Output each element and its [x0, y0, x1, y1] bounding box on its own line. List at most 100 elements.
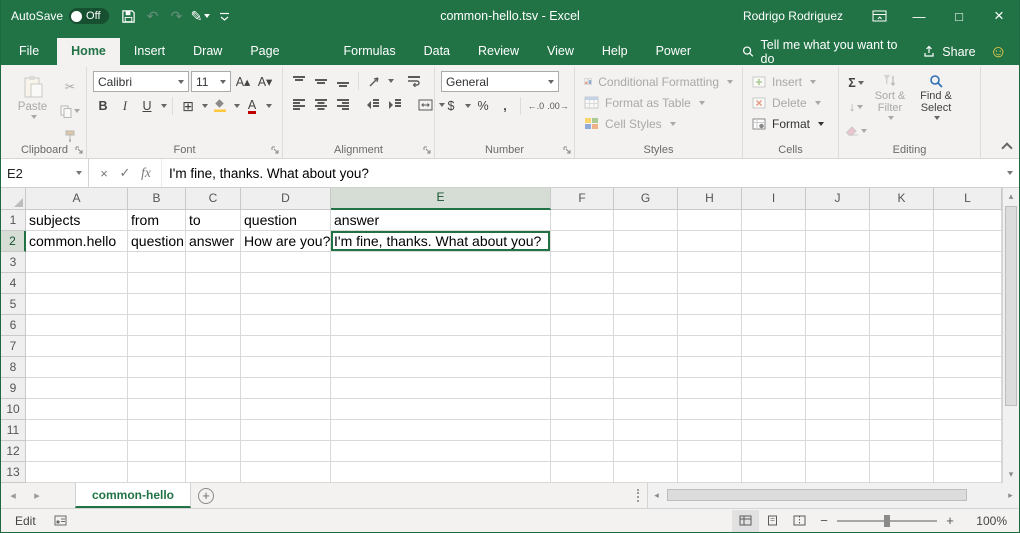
cell-D8[interactable]	[241, 357, 331, 378]
cell-I2[interactable]	[742, 231, 806, 252]
zoom-slider[interactable]	[837, 520, 937, 522]
cell-B1[interactable]: from	[128, 210, 186, 231]
undo-button[interactable]: ↶	[141, 3, 165, 29]
cell-J10[interactable]	[806, 399, 870, 420]
cell-G1[interactable]	[614, 210, 678, 231]
cell-H1[interactable]	[678, 210, 742, 231]
alignment-dialog-launcher[interactable]	[423, 146, 432, 155]
cell-J12[interactable]	[806, 441, 870, 462]
cell-E3[interactable]	[331, 252, 551, 273]
scroll-up-icon[interactable]: ▴	[1003, 188, 1020, 205]
conditional-formatting-button[interactable]: Conditional Formatting	[581, 71, 736, 92]
format-as-table-button[interactable]: Format as Table	[581, 92, 736, 113]
cell-H3[interactable]	[678, 252, 742, 273]
enter-button[interactable]: ✓	[116, 162, 134, 184]
cell-G12[interactable]	[614, 441, 678, 462]
cell-B9[interactable]	[128, 378, 186, 399]
cell-A7[interactable]	[26, 336, 128, 357]
cell-H13[interactable]	[678, 462, 742, 483]
cell-I3[interactable]	[742, 252, 806, 273]
column-header-I[interactable]: I	[742, 188, 806, 210]
cell-I1[interactable]	[742, 210, 806, 231]
cell-F7[interactable]	[551, 336, 614, 357]
delete-cells-button[interactable]: Delete	[749, 92, 832, 113]
format-painter-button[interactable]	[60, 126, 80, 146]
wrap-text-button[interactable]	[404, 71, 424, 91]
cut-button[interactable]: ✂	[60, 76, 80, 96]
cell-K7[interactable]	[870, 336, 934, 357]
scroll-right-icon[interactable]: ▸	[1002, 487, 1019, 504]
cell-F2[interactable]	[551, 231, 614, 252]
cell-F11[interactable]	[551, 420, 614, 441]
redo-button[interactable]: ↷	[165, 3, 189, 29]
zoom-level[interactable]: 100%	[961, 514, 1007, 528]
align-right-button[interactable]	[333, 95, 353, 115]
ribbon-display-options-button[interactable]	[859, 0, 899, 32]
cell-A5[interactable]	[26, 294, 128, 315]
cell-G10[interactable]	[614, 399, 678, 420]
cell-H4[interactable]	[678, 273, 742, 294]
cell-H5[interactable]	[678, 294, 742, 315]
cell-C1[interactable]: to	[186, 210, 241, 231]
cell-G9[interactable]	[614, 378, 678, 399]
font-dialog-launcher[interactable]	[271, 146, 280, 155]
cell-L12[interactable]	[934, 441, 1002, 462]
scroll-left-icon[interactable]: ◂	[648, 487, 665, 504]
customize-quick-access-toolbar-button[interactable]	[213, 3, 237, 29]
cell-J11[interactable]	[806, 420, 870, 441]
cell-B8[interactable]	[128, 357, 186, 378]
cell-B4[interactable]	[128, 273, 186, 294]
vertical-scrollbar[interactable]: ▴ ▾	[1002, 188, 1019, 483]
vertical-scroll-thumb[interactable]	[1005, 206, 1017, 406]
row-header-8[interactable]: 8	[1, 357, 26, 378]
formula-input[interactable]: I'm fine, thanks. What about you?	[162, 159, 999, 187]
row-header-11[interactable]: 11	[1, 420, 26, 441]
cell-F1[interactable]	[551, 210, 614, 231]
cell-K6[interactable]	[870, 315, 934, 336]
cell-A3[interactable]	[26, 252, 128, 273]
clear-button[interactable]	[845, 121, 867, 141]
cell-L3[interactable]	[934, 252, 1002, 273]
column-header-G[interactable]: G	[614, 188, 678, 210]
row-header-10[interactable]: 10	[1, 399, 26, 420]
cell-K11[interactable]	[870, 420, 934, 441]
column-header-A[interactable]: A	[26, 188, 128, 210]
tab-view[interactable]: View	[533, 38, 588, 65]
font-name-select[interactable]: Calibri	[93, 71, 189, 92]
align-left-button[interactable]	[289, 95, 309, 115]
cell-J6[interactable]	[806, 315, 870, 336]
cell-C12[interactable]	[186, 441, 241, 462]
cell-F3[interactable]	[551, 252, 614, 273]
cell-B3[interactable]	[128, 252, 186, 273]
cell-J8[interactable]	[806, 357, 870, 378]
bold-button[interactable]: B	[93, 96, 113, 116]
cell-F5[interactable]	[551, 294, 614, 315]
cell-K9[interactable]	[870, 378, 934, 399]
row-header-2[interactable]: 2	[1, 231, 26, 252]
sheet-tab-common-hello[interactable]: common-hello	[75, 483, 191, 508]
cell-K8[interactable]	[870, 357, 934, 378]
cell-F6[interactable]	[551, 315, 614, 336]
formula-bar-expand-icon[interactable]	[999, 159, 1019, 187]
cell-C13[interactable]	[186, 462, 241, 483]
cell-J13[interactable]	[806, 462, 870, 483]
cell-L13[interactable]	[934, 462, 1002, 483]
cell-A10[interactable]	[26, 399, 128, 420]
cell-F12[interactable]	[551, 441, 614, 462]
cell-B12[interactable]	[128, 441, 186, 462]
cell-C7[interactable]	[186, 336, 241, 357]
accounting-format-button[interactable]: $	[441, 96, 461, 116]
zoom-out-button[interactable]: −	[813, 513, 835, 528]
scroll-down-icon[interactable]: ▾	[1003, 466, 1020, 483]
vertical-scroll-track[interactable]	[1003, 205, 1020, 466]
underline-button[interactable]: U	[137, 96, 157, 116]
cell-J4[interactable]	[806, 273, 870, 294]
cell-I8[interactable]	[742, 357, 806, 378]
cell-G4[interactable]	[614, 273, 678, 294]
cell-F10[interactable]	[551, 399, 614, 420]
cell-A2[interactable]: common.hello	[26, 231, 128, 252]
cell-D2[interactable]: How are you?	[241, 231, 331, 252]
collapse-ribbon-icon[interactable]	[1001, 142, 1012, 153]
pen-mode-button[interactable]: ✎	[189, 3, 213, 29]
tab-help[interactable]: Help	[588, 38, 642, 65]
